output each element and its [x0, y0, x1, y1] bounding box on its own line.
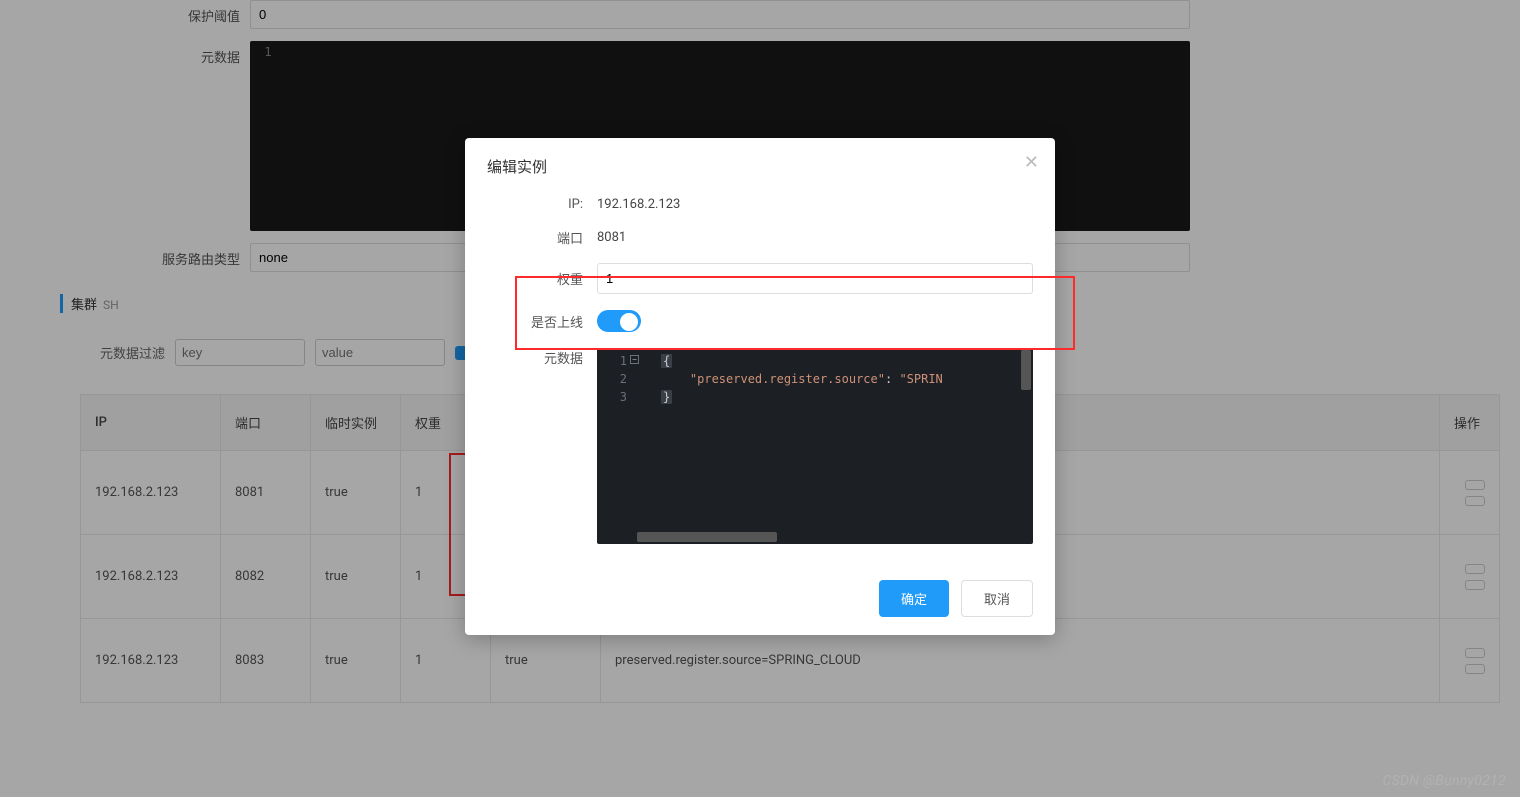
- modal-online-label: 是否上线: [487, 312, 597, 331]
- modal-title: 编辑实例: [487, 156, 1033, 177]
- modal-weight-input[interactable]: [597, 263, 1033, 294]
- modal-ip-label: IP:: [487, 197, 597, 212]
- modal-metadata-label: 元数据: [487, 348, 597, 367]
- fold-icon[interactable]: −: [630, 355, 639, 364]
- editor-brace: {: [661, 354, 672, 368]
- editor-line-number: 1: [620, 354, 627, 368]
- editor-scrollbar-horizontal[interactable]: [637, 532, 777, 542]
- cancel-button[interactable]: 取消: [961, 580, 1033, 617]
- editor-line-number: 2: [597, 370, 637, 388]
- editor-sep: :: [885, 372, 899, 386]
- editor-key: "preserved.register.source": [690, 372, 885, 386]
- editor-line-number: 3: [597, 388, 637, 406]
- editor-value: "SPRIN: [899, 372, 942, 386]
- online-toggle[interactable]: [597, 310, 641, 332]
- modal-ip-value: 192.168.2.123: [597, 197, 680, 212]
- watermark-text: CSDN @Bunny0212: [1382, 773, 1506, 789]
- close-icon[interactable]: ✕: [1024, 154, 1039, 172]
- modal-weight-label: 权重: [487, 269, 597, 288]
- modal-footer: 确定 取消: [465, 560, 1055, 617]
- modal-header: 编辑实例 ✕: [465, 138, 1055, 191]
- modal-port-value: 8081: [597, 230, 626, 245]
- modal-port-label: 端口: [487, 228, 597, 247]
- editor-scrollbar-vertical[interactable]: [1021, 350, 1031, 390]
- modal-metadata-editor[interactable]: 1− { 2 "preserved.register.source": "SPR…: [597, 348, 1033, 544]
- confirm-button[interactable]: 确定: [879, 580, 949, 617]
- editor-brace: }: [661, 390, 672, 404]
- modal-body: IP: 192.168.2.123 端口 8081 权重 是否上线 元数据 1−…: [465, 191, 1055, 544]
- edit-instance-modal: 编辑实例 ✕ IP: 192.168.2.123 端口 8081 权重 是否上线…: [465, 138, 1055, 635]
